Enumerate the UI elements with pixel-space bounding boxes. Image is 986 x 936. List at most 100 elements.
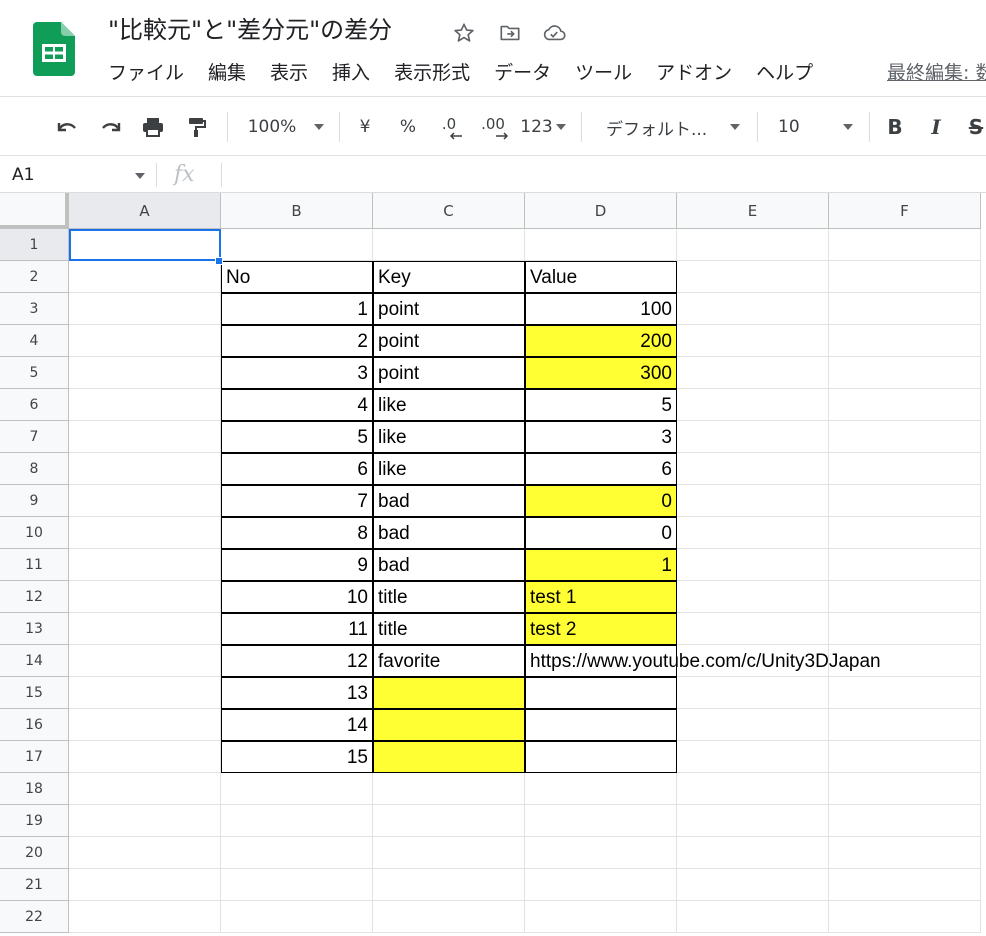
cell-e14[interactable] bbox=[677, 645, 829, 677]
table-header-key[interactable]: Key bbox=[373, 261, 525, 293]
table-cell-key[interactable]: title bbox=[373, 581, 525, 613]
table-cell-key[interactable]: like bbox=[373, 389, 525, 421]
cell-a1[interactable] bbox=[69, 229, 221, 261]
cell-e6[interactable] bbox=[677, 389, 829, 421]
table-cell-key[interactable] bbox=[373, 677, 525, 709]
row-header-21[interactable]: 21 bbox=[0, 869, 69, 901]
table-cell-key[interactable]: favorite bbox=[373, 645, 525, 677]
cell-d18[interactable] bbox=[525, 773, 677, 805]
cell-c1[interactable] bbox=[373, 229, 525, 261]
table-cell-no[interactable]: 2 bbox=[221, 325, 373, 357]
cell-f9[interactable] bbox=[829, 485, 981, 517]
menu-addons[interactable]: アドオン bbox=[656, 58, 732, 88]
menu-edit[interactable]: 編集 bbox=[208, 58, 246, 88]
formula-input[interactable] bbox=[230, 161, 970, 189]
redo-icon[interactable] bbox=[96, 98, 126, 156]
cell-c19[interactable] bbox=[373, 805, 525, 837]
table-cell-value[interactable]: 1 bbox=[525, 549, 677, 581]
row-header-5[interactable]: 5 bbox=[0, 357, 69, 389]
menu-format[interactable]: 表示形式 bbox=[394, 58, 470, 88]
cell-e1[interactable] bbox=[677, 229, 829, 261]
cell-e11[interactable] bbox=[677, 549, 829, 581]
cell-f6[interactable] bbox=[829, 389, 981, 421]
row-header-2[interactable]: 2 bbox=[0, 261, 69, 293]
cell-a7[interactable] bbox=[69, 421, 221, 453]
cell-a14[interactable] bbox=[69, 645, 221, 677]
table-cell-no[interactable]: 9 bbox=[221, 549, 373, 581]
cell-f11[interactable] bbox=[829, 549, 981, 581]
table-cell-no[interactable]: 8 bbox=[221, 517, 373, 549]
table-cell-value[interactable]: 3 bbox=[525, 421, 677, 453]
cell-a4[interactable] bbox=[69, 325, 221, 357]
table-header-no[interactable]: No bbox=[221, 261, 373, 293]
cell-d1[interactable] bbox=[525, 229, 677, 261]
cloud-status-icon[interactable] bbox=[541, 20, 567, 46]
table-cell-no[interactable]: 5 bbox=[221, 421, 373, 453]
column-header-e[interactable]: E bbox=[677, 193, 829, 229]
cell-e9[interactable] bbox=[677, 485, 829, 517]
cell-a12[interactable] bbox=[69, 581, 221, 613]
cell-f15[interactable] bbox=[829, 677, 981, 709]
cell-e21[interactable] bbox=[677, 869, 829, 901]
row-header-1[interactable]: 1 bbox=[0, 229, 69, 261]
cell-a5[interactable] bbox=[69, 357, 221, 389]
cell-a2[interactable] bbox=[69, 261, 221, 293]
paint-format-icon[interactable] bbox=[182, 98, 212, 156]
table-cell-value[interactable]: 0 bbox=[525, 517, 677, 549]
row-header-6[interactable]: 6 bbox=[0, 389, 69, 421]
cell-f13[interactable] bbox=[829, 613, 981, 645]
decrease-decimal-button[interactable]: .0 bbox=[434, 98, 464, 156]
cell-d22[interactable] bbox=[525, 901, 677, 933]
cell-f18[interactable] bbox=[829, 773, 981, 805]
cell-a18[interactable] bbox=[69, 773, 221, 805]
table-cell-value[interactable]: 0 bbox=[525, 485, 677, 517]
table-cell-key[interactable] bbox=[373, 741, 525, 773]
font-family-select[interactable]: デフォルト... bbox=[598, 98, 743, 156]
table-cell-value[interactable]: 200 bbox=[525, 325, 677, 357]
name-box[interactable]: A1 bbox=[0, 157, 155, 193]
table-cell-value[interactable]: 100 bbox=[525, 293, 677, 325]
cell-f14[interactable] bbox=[829, 645, 981, 677]
table-cell-no[interactable]: 7 bbox=[221, 485, 373, 517]
cell-e3[interactable] bbox=[677, 293, 829, 325]
row-header-3[interactable]: 3 bbox=[0, 293, 69, 325]
cell-e16[interactable] bbox=[677, 709, 829, 741]
table-cell-no[interactable]: 11 bbox=[221, 613, 373, 645]
menu-tools[interactable]: ツール bbox=[575, 58, 632, 88]
menu-data[interactable]: データ bbox=[494, 58, 551, 88]
cell-a22[interactable] bbox=[69, 901, 221, 933]
table-cell-no[interactable]: 14 bbox=[221, 709, 373, 741]
row-header-9[interactable]: 9 bbox=[0, 485, 69, 517]
cell-e13[interactable] bbox=[677, 613, 829, 645]
font-size-select[interactable]: 10 bbox=[770, 98, 856, 156]
cell-f3[interactable] bbox=[829, 293, 981, 325]
cell-a15[interactable] bbox=[69, 677, 221, 709]
cell-f5[interactable] bbox=[829, 357, 981, 389]
column-header-b[interactable]: B bbox=[221, 193, 373, 229]
cell-f4[interactable] bbox=[829, 325, 981, 357]
table-cell-value[interactable] bbox=[525, 677, 677, 709]
cell-a6[interactable] bbox=[69, 389, 221, 421]
row-header-7[interactable]: 7 bbox=[0, 421, 69, 453]
cell-f21[interactable] bbox=[829, 869, 981, 901]
cell-f19[interactable] bbox=[829, 805, 981, 837]
table-cell-key[interactable]: like bbox=[373, 421, 525, 453]
last-edit-link[interactable]: 最終編集: 数 bbox=[887, 58, 986, 88]
table-cell-value[interactable]: 300 bbox=[525, 357, 677, 389]
cell-e7[interactable] bbox=[677, 421, 829, 453]
cell-a16[interactable] bbox=[69, 709, 221, 741]
row-header-11[interactable]: 11 bbox=[0, 549, 69, 581]
cell-c20[interactable] bbox=[373, 837, 525, 869]
table-cell-no[interactable]: 13 bbox=[221, 677, 373, 709]
column-header-a[interactable]: A bbox=[69, 193, 221, 229]
row-header-12[interactable]: 12 bbox=[0, 581, 69, 613]
cell-e4[interactable] bbox=[677, 325, 829, 357]
row-header-16[interactable]: 16 bbox=[0, 709, 69, 741]
fill-handle[interactable] bbox=[215, 257, 223, 265]
table-cell-value[interactable]: test 2 bbox=[525, 613, 677, 645]
table-cell-value[interactable] bbox=[525, 741, 677, 773]
row-header-8[interactable]: 8 bbox=[0, 453, 69, 485]
increase-decimal-button[interactable]: .00 bbox=[476, 98, 510, 156]
currency-format-button[interactable]: ¥ bbox=[352, 98, 378, 156]
cell-f20[interactable] bbox=[829, 837, 981, 869]
